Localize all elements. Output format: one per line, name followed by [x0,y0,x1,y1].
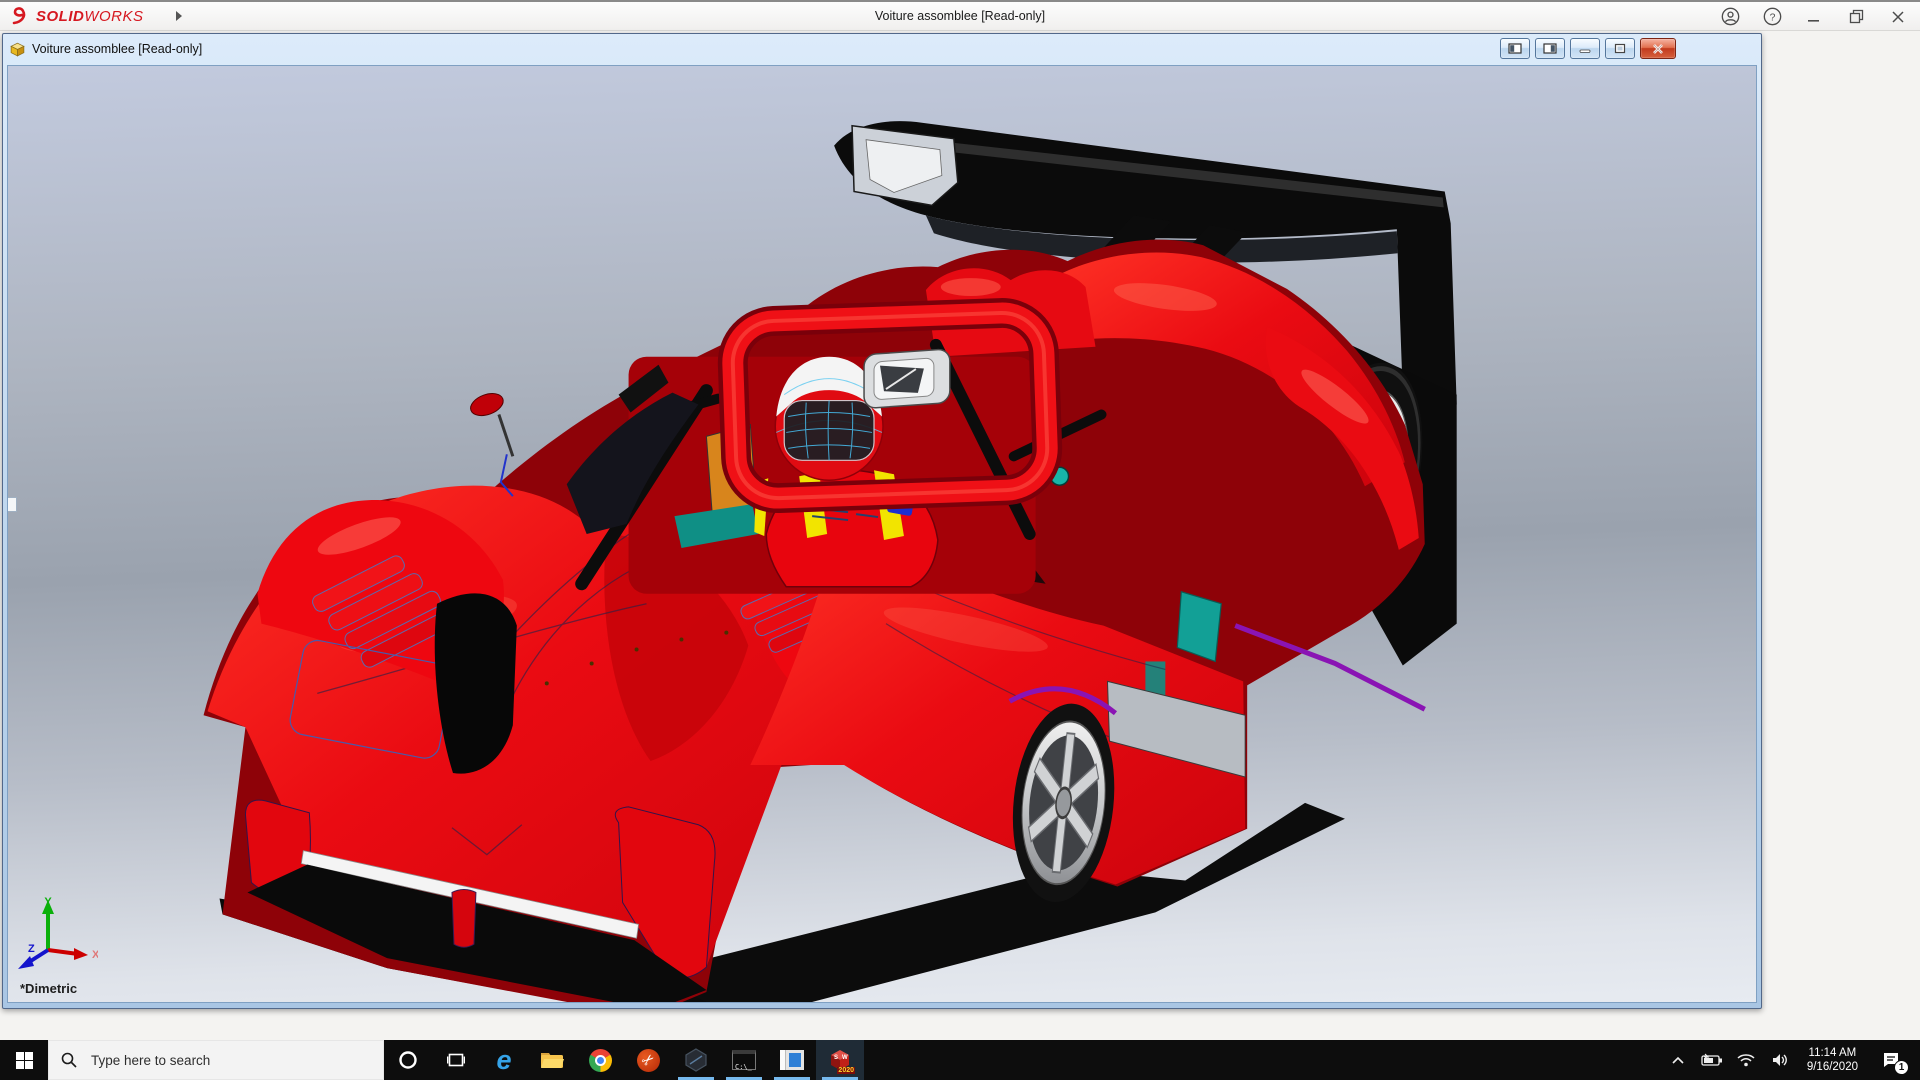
edge-icon: e [496,1048,511,1072]
brand-text: SOLIDWORKS [36,8,144,25]
battery-icon[interactable] [1697,1040,1727,1080]
taskbar-app-microsoft-edge[interactable]: e [480,1040,528,1080]
triad-z-label: Z [28,943,35,955]
windows-logo-icon [16,1052,33,1069]
clock-time: 11:14 AM [1807,1046,1858,1060]
doc-close-button[interactable] [1640,38,1676,59]
solidworks-logo: SOLIDWORKS [0,6,184,26]
taskbar-app-hexagon[interactable] [672,1040,720,1080]
taskbar-app-command-prompt[interactable]: C:\_ [720,1040,768,1080]
svg-text:S: S [834,1055,838,1061]
cortana-icon [398,1050,418,1070]
tow-post [452,889,476,947]
tray-chevron-icon[interactable] [1663,1040,1693,1080]
dassault-systemes-logo-icon [10,6,32,26]
taskbar-app-file-explorer[interactable] [528,1040,576,1080]
command-prompt-icon: C:\_ [732,1050,756,1070]
cortana-button[interactable] [384,1040,432,1080]
taskbar: e ✂ C:\_ [0,1040,1920,1080]
minimize-button[interactable] [1800,5,1828,29]
task-view-button[interactable] [432,1040,480,1080]
clock-date: 9/16/2020 [1807,1060,1858,1074]
app-window-controls: ? [1716,2,1912,31]
triad-y-label: Y [44,896,52,908]
taskbar-clock[interactable]: 11:14 AM 9/16/2020 [1799,1046,1866,1074]
assembly-document-icon [9,41,26,58]
taskbar-app-solidworks[interactable]: S W 2020 [816,1040,864,1080]
chrome-icon [589,1049,612,1072]
taskbar-app-google-chrome[interactable] [576,1040,624,1080]
wifi-icon[interactable] [1731,1040,1761,1080]
reference-triad: Y X Z [12,894,98,974]
document-titlebar[interactable]: Voiture assomblee [Read-only] [3,34,1761,64]
document-title: Voiture assomblee [Read-only] [32,42,202,56]
volume-icon[interactable] [1765,1040,1795,1080]
restore-button[interactable] [1842,5,1870,29]
panel-splitter-handle[interactable] [8,497,17,512]
screen: SOLIDWORKS Voiture assomblee [Read-only]… [0,0,1920,1080]
task-view-icon [447,1051,465,1069]
doc-restore-button[interactable] [1605,38,1635,59]
help-icon[interactable]: ? [1758,5,1786,29]
search-input[interactable] [89,1052,349,1069]
app-window-title: Voiture assomblee [Read-only] [875,9,1045,23]
user-account-icon[interactable] [1716,5,1744,29]
triad-x-label: X [92,949,98,961]
document-window: Voiture assomblee [Read-only] [2,33,1762,1009]
pane-left-button[interactable] [1500,38,1530,59]
svg-text:?: ? [1769,12,1775,23]
start-button[interactable] [0,1040,48,1080]
scissors-icon: ✂ [637,1049,660,1072]
doc-minimize-button[interactable] [1570,38,1600,59]
pane-right-button[interactable] [1535,38,1565,59]
action-center-button[interactable]: 1 [1870,1040,1912,1080]
hexagon-app-icon [684,1048,708,1072]
system-tray: 11:14 AM 9/16/2020 1 [1663,1040,1920,1080]
app-titlebar: SOLIDWORKS Voiture assomblee [Read-only]… [0,0,1920,31]
file-explorer-icon [540,1050,564,1070]
taskbar-app-media[interactable] [768,1040,816,1080]
graphics-area[interactable]: Y X Z *Dimetric [7,65,1757,1003]
3d-model-view[interactable] [8,66,1756,1002]
notification-badge: 1 [1894,1060,1909,1075]
document-window-buttons [1500,38,1676,59]
media-app-icon [780,1050,804,1070]
svg-text:W: W [842,1055,848,1061]
view-orientation-label: *Dimetric [20,981,77,996]
solidworks-year-label: 2020 [837,1067,855,1074]
menu-expand-arrow-icon[interactable] [174,10,184,22]
taskbar-app-snipping-tool[interactable]: ✂ [624,1040,672,1080]
center-mirror[interactable] [864,349,950,409]
search-icon [61,1052,77,1068]
close-button[interactable] [1884,5,1912,29]
taskbar-search[interactable] [48,1040,384,1080]
